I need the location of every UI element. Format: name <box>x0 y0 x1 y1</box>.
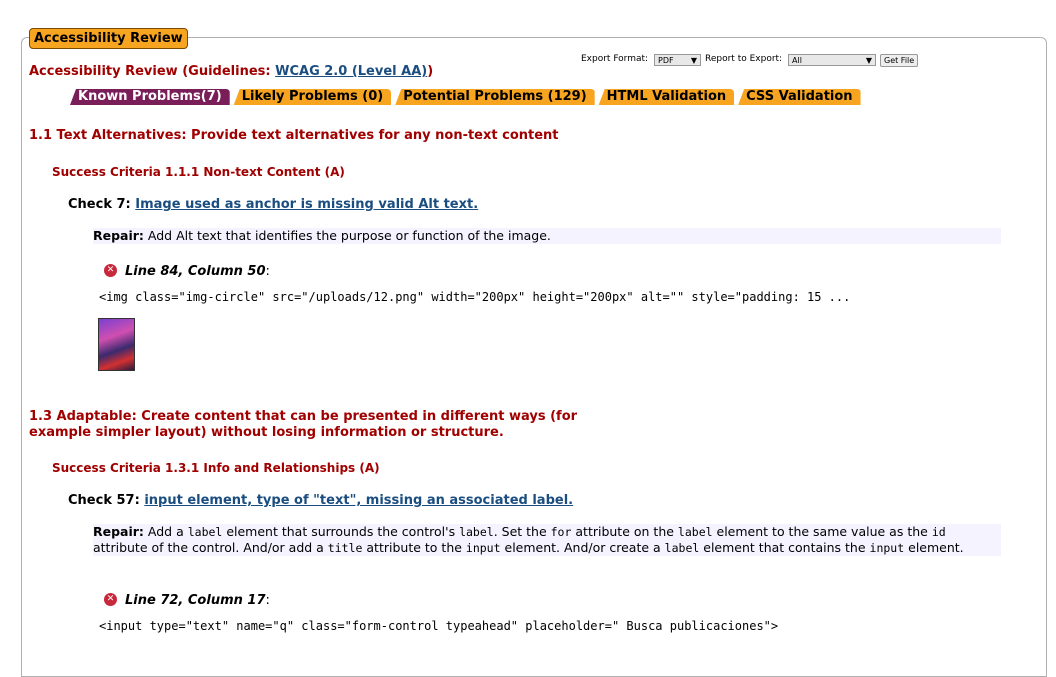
code-snippet-1: <img class="img-circle" src="/uploads/12… <box>99 290 851 304</box>
report-export-select[interactable]: All ▼ <box>788 54 876 66</box>
tab-potential-problems[interactable]: Potential Problems (129) <box>395 89 595 105</box>
repair-box-2: Repair: Add a label element that surroun… <box>93 524 1001 556</box>
line-column-label: Line 72, Column 17 <box>125 593 266 608</box>
report-export-value: All <box>792 56 802 65</box>
tab-html-validation[interactable]: HTML Validation <box>598 89 735 105</box>
repair-text: attribute on the <box>571 524 678 539</box>
repair-code: label <box>459 525 494 539</box>
success-criteria-1-1-1: Success Criteria 1.1.1 Non-text Content … <box>52 165 345 179</box>
repair-code: input <box>465 541 501 555</box>
repair-text: attribute to the <box>362 540 466 555</box>
code-snippet-2: <input type="text" name="q" class="form-… <box>99 619 779 633</box>
x-circle-icon: ✕ <box>104 264 117 277</box>
repair-text: element. And/or create a <box>500 540 665 555</box>
guideline-heading-1-1: 1.1 Text Alternatives: Provide text alte… <box>29 128 559 143</box>
repair-label: Repair: <box>93 228 144 243</box>
tab-known-problems[interactable]: Known Problems(7) <box>70 89 230 105</box>
export-format-label: Export Format: <box>581 54 649 64</box>
repair-text: attribute of the control. And/or add a <box>93 540 328 555</box>
check-7-link[interactable]: Image used as anchor is missing valid Al… <box>135 197 478 212</box>
repair-text: Add a <box>143 524 188 539</box>
error-location-2: ✕ Line 72, Column 17: <box>104 593 270 608</box>
guideline-heading-line2: example simpler layout) without losing i… <box>29 425 504 440</box>
get-file-button[interactable]: Get File <box>880 54 919 67</box>
repair-text: Add Alt text that identifies the purpose… <box>143 228 551 243</box>
repair-code: input <box>869 541 905 555</box>
tab-likely-problems[interactable]: Likely Problems (0) <box>233 89 392 105</box>
repair-text: . Set the <box>493 524 551 539</box>
colon: : <box>265 264 270 279</box>
repair-text: element that surrounds the control's <box>222 524 460 539</box>
check-57-link[interactable]: input element, type of "text", missing a… <box>144 493 573 508</box>
line-column-label: Line 84, Column 50 <box>125 264 266 279</box>
repair-code: label <box>664 541 700 555</box>
check-57-prefix: Check 57: <box>68 493 140 508</box>
repair-code: label <box>677 525 713 539</box>
tab-bar: Known Problems(7) Likely Problems (0) Po… <box>70 89 865 105</box>
repair-code: title <box>327 541 363 555</box>
error-location-1: ✕ Line 84, Column 50: <box>104 264 270 279</box>
success-criteria-1-3-1: Success Criteria 1.3.1 Info and Relation… <box>52 461 380 475</box>
repair-text: element. <box>904 540 964 555</box>
tab-css-validation[interactable]: CSS Validation <box>738 89 861 105</box>
repair-label: Repair: <box>93 524 144 539</box>
review-title: Accessibility Review (Guidelines: WCAG 2… <box>29 64 433 80</box>
chevron-down-icon: ▼ <box>865 56 872 65</box>
review-title-prefix: Accessibility Review (Guidelines: <box>29 64 276 79</box>
report-export-label: Report to Export: <box>705 54 783 64</box>
x-circle-icon: ✕ <box>104 593 117 606</box>
repair-code: id <box>931 525 946 539</box>
guideline-link[interactable]: WCAG 2.0 (Level AA) <box>275 64 427 79</box>
check-7-prefix: Check 7: <box>68 197 131 212</box>
guideline-heading-line1: 1.3 Adaptable: Create content that can b… <box>29 409 578 424</box>
repair-text: element that contains the <box>699 540 870 555</box>
chevron-down-icon: ▼ <box>690 56 697 65</box>
colon: : <box>265 593 270 608</box>
guideline-heading-1-3: 1.3 Adaptable: Create content that can b… <box>29 409 577 441</box>
repair-box-1: Repair: Add Alt text that identifies the… <box>93 228 1001 244</box>
repair-text: element to the same value as the <box>712 524 932 539</box>
export-format-select[interactable]: PDF ▼ <box>654 54 701 66</box>
check-7: Check 7: Image used as anchor is missing… <box>68 197 478 212</box>
check-57: Check 57: input element, type of "text",… <box>68 493 573 508</box>
review-title-suffix: ) <box>427 64 434 79</box>
repair-code: label <box>187 525 223 539</box>
export-format-value: PDF <box>658 56 674 65</box>
repair-code: for <box>550 525 572 539</box>
review-legend: Accessibility Review <box>29 28 188 49</box>
image-thumbnail <box>98 318 135 371</box>
